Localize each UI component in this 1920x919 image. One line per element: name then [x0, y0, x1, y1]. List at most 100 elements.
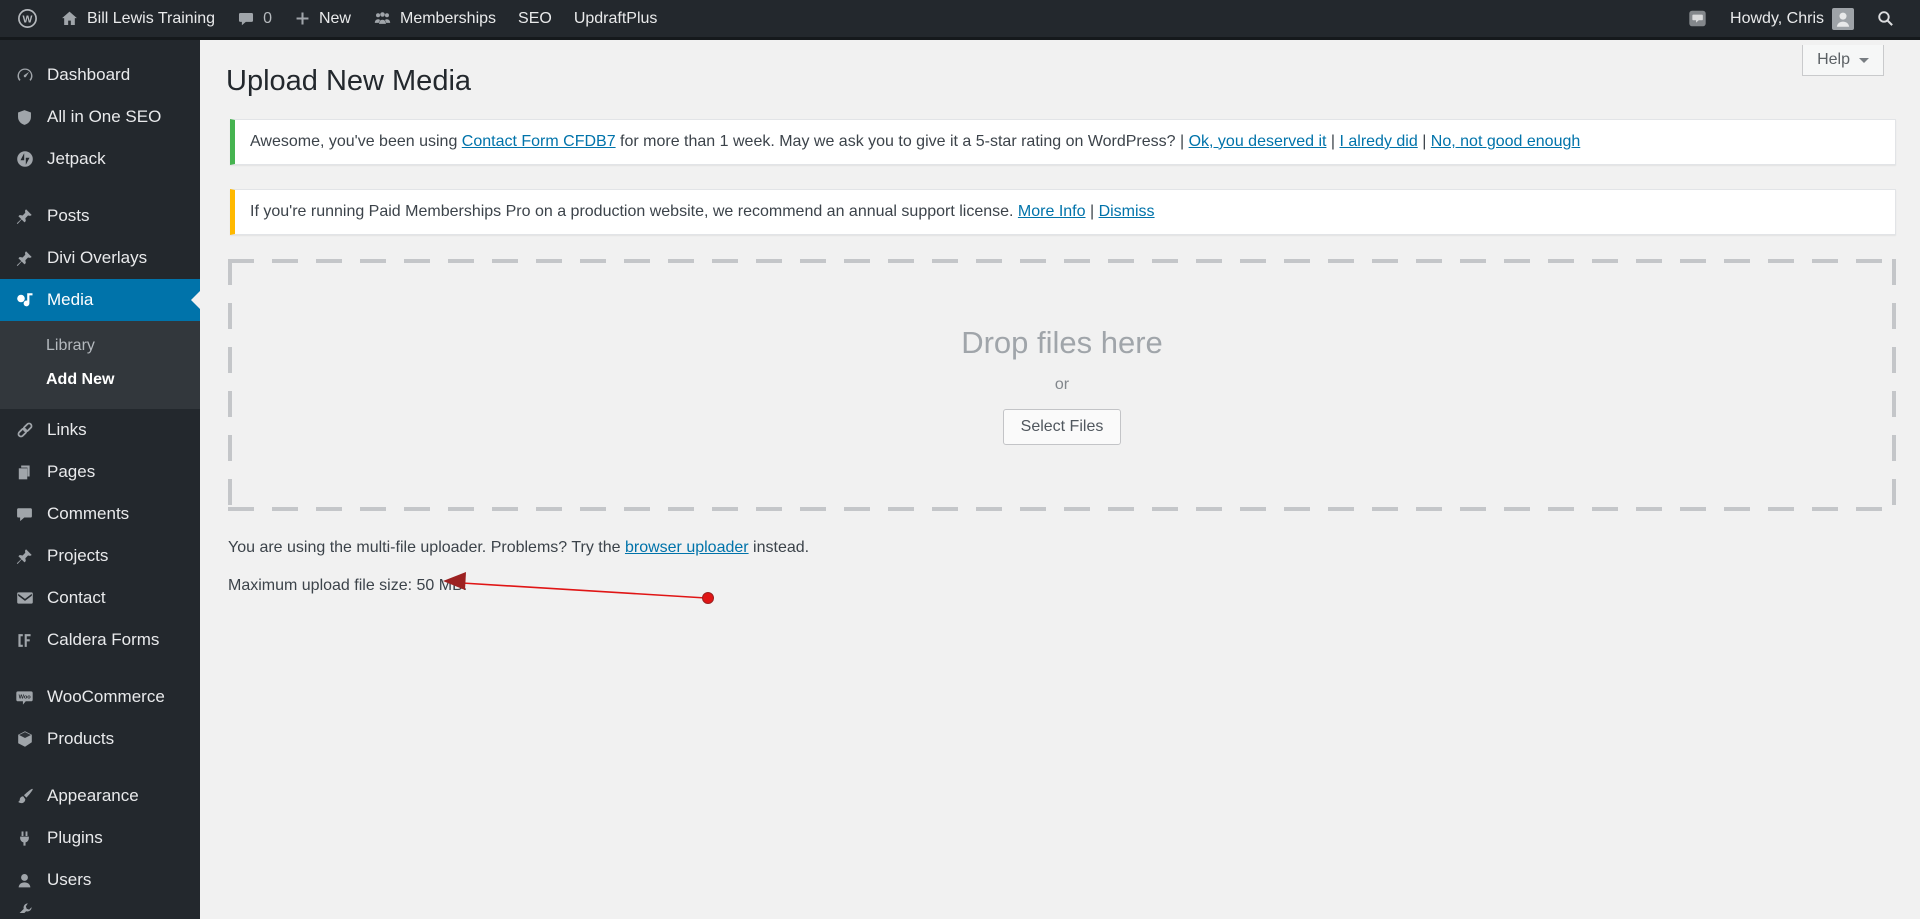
notifications-menu[interactable]: [1676, 0, 1719, 37]
help-button[interactable]: Help: [1802, 45, 1884, 76]
chevron-down-icon: [1859, 58, 1869, 68]
sidebar-item-label: Divi Overlays: [47, 248, 148, 267]
browser-uploader-link[interactable]: browser uploader: [625, 539, 749, 556]
sidebar-item-caldera-forms[interactable]: Caldera Forms: [0, 619, 200, 661]
howdy-label: Howdy, Chris: [1730, 9, 1824, 27]
sidebar-item-label: WooCommerce: [47, 687, 165, 706]
sidebar-item-pages[interactable]: Pages: [0, 451, 200, 493]
account-menu[interactable]: Howdy, Chris: [1719, 0, 1865, 37]
seo-menu[interactable]: SEO: [507, 0, 563, 37]
sidebar-item-products[interactable]: Products: [0, 718, 200, 760]
updraftplus-label: UpdraftPlus: [573, 9, 658, 27]
sidebar-item-posts[interactable]: Posts: [0, 195, 200, 237]
memberships-label: Memberships: [399, 9, 497, 27]
submenu-item-label: Library: [46, 337, 95, 354]
notice-text: for more than 1 week. May we ask you to …: [615, 132, 1189, 150]
sidebar-item-comments[interactable]: Comments: [0, 493, 200, 535]
pages-icon: [14, 463, 35, 482]
site-name-menu[interactable]: Bill Lewis Training: [49, 0, 226, 37]
wordpress-logo-icon: W: [18, 9, 37, 28]
brush-icon: [14, 786, 35, 806]
uploader-note-text: instead.: [748, 538, 810, 556]
search-menu[interactable]: [1865, 0, 1906, 37]
submenu-item-label: Add New: [46, 371, 115, 388]
sidebar-item-label: Users: [47, 870, 92, 889]
uploader-note: You are using the multi-file uploader. P…: [228, 539, 1896, 557]
sidebar-item-contact[interactable]: Contact: [0, 577, 200, 619]
sidebar-separator: [0, 661, 200, 676]
media-icon: [14, 290, 35, 310]
drag-drop-area[interactable]: Drop files here or Select Files: [228, 258, 1896, 511]
notice-divider: |: [1417, 132, 1431, 150]
sidebar-item-woocommerce[interactable]: Woo WooCommerce: [0, 676, 200, 718]
box-icon: [14, 729, 35, 749]
sidebar-item-all-in-one-seo[interactable]: All in One SEO: [0, 96, 200, 138]
sidebar-item-label: Plugins: [47, 828, 103, 847]
new-label: New: [318, 9, 351, 27]
svg-text:Woo: Woo: [19, 694, 32, 700]
sidebar-item-label: Pages: [47, 462, 96, 481]
dismiss-link[interactable]: Dismiss: [1099, 203, 1155, 220]
sidebar-item-plugins[interactable]: Plugins: [0, 817, 200, 859]
comment-count: 0: [263, 9, 272, 27]
comments-menu[interactable]: 0: [226, 0, 283, 37]
sidebar-item-projects[interactable]: Projects: [0, 535, 200, 577]
sidebar-item-label: Jetpack: [47, 149, 106, 168]
group-icon: [374, 12, 391, 24]
new-content-menu[interactable]: New: [283, 0, 362, 37]
chat-square-icon: [1689, 10, 1706, 27]
sidebar-item-links[interactable]: Links: [0, 409, 200, 451]
notice-pmpro-license: If you're running Paid Memberships Pro o…: [230, 188, 1896, 235]
sidebar-item-jetpack[interactable]: Jetpack: [0, 138, 200, 180]
notice-text: If you're running Paid Memberships Pro o…: [250, 202, 1018, 220]
already-did-link[interactable]: I alredy did: [1339, 133, 1417, 150]
pushpin-icon: [14, 249, 35, 268]
sidebar-item-label: Posts: [47, 206, 90, 225]
notice-cfdb7-rating: Awesome, you've been using Contact Form …: [230, 118, 1896, 165]
home-icon: [62, 11, 77, 25]
dashboard-icon: [14, 65, 35, 85]
sidebar-item-label: Dashboard: [47, 65, 131, 84]
cfdb7-plugin-link[interactable]: Contact Form CFDB7: [462, 133, 616, 150]
notice-divider: |: [1085, 202, 1099, 220]
sidebar-item-clipped[interactable]: [0, 901, 200, 913]
sidebar-item-label: Appearance: [47, 786, 139, 805]
sidebar-item-media-add-new[interactable]: Add New: [0, 363, 200, 397]
uploader-note-text: You are using the multi-file uploader. P…: [228, 538, 625, 556]
comment-icon: [14, 505, 35, 524]
plugin-icon: [14, 829, 35, 848]
wordpress-logo-menu[interactable]: W: [6, 0, 49, 37]
sidebar-item-label: Projects: [47, 546, 109, 565]
updraftplus-menu[interactable]: UpdraftPlus: [563, 0, 669, 37]
page-title: Upload New Media: [226, 65, 472, 97]
envelope-icon: [14, 588, 35, 608]
sidebar-item-label: Caldera Forms: [47, 630, 160, 649]
woocommerce-icon: Woo: [14, 687, 35, 708]
sidebar-item-label: Media: [47, 290, 94, 309]
link-icon: [14, 420, 35, 440]
sidebar-item-dashboard[interactable]: Dashboard: [0, 54, 200, 96]
sidebar-item-appearance[interactable]: Appearance: [0, 775, 200, 817]
memberships-menu[interactable]: Memberships: [362, 0, 507, 37]
sidebar-item-media[interactable]: Media: [0, 279, 200, 321]
sidebar-item-label: Products: [47, 729, 115, 748]
sidebar-item-media-library[interactable]: Library: [0, 329, 200, 363]
help-label: Help: [1817, 51, 1850, 68]
content-area: Help Upload New Media Awesome, you've be…: [200, 40, 1920, 919]
avatar: [1832, 7, 1854, 30]
sidebar-item-users[interactable]: Users: [0, 859, 200, 901]
not-good-enough-link[interactable]: No, not good enough: [1431, 133, 1580, 150]
max-upload-size-text: Maximum upload file size: 50 MB.: [228, 576, 468, 594]
current-menu-arrow: [182, 291, 200, 309]
pushpin-icon: [14, 547, 35, 566]
admin-sidebar: Dashboard All in One SEO Jetpack Posts D…: [0, 40, 200, 919]
sidebar-item-label: All in One SEO: [47, 107, 162, 126]
pushpin-icon: [14, 207, 35, 226]
rate-ok-link[interactable]: Ok, you deserved it: [1189, 133, 1327, 150]
sidebar-item-divi-overlays[interactable]: Divi Overlays: [0, 237, 200, 279]
admin-bar: W Bill Lewis Training 0 New Memberships …: [0, 0, 1920, 40]
more-info-link[interactable]: More Info: [1018, 203, 1086, 220]
search-icon: [1878, 11, 1893, 26]
plus-icon: [296, 12, 309, 25]
select-files-button[interactable]: Select Files: [1002, 408, 1122, 445]
